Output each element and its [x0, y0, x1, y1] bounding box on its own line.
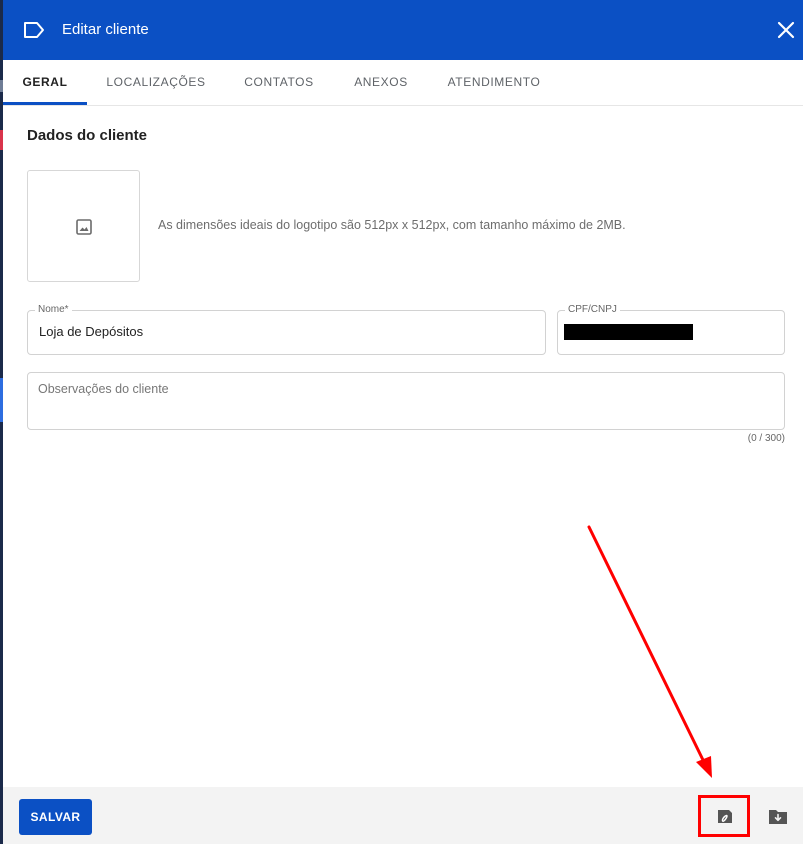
tab-contatos[interactable]: CONTATOS — [239, 60, 319, 105]
logo-upload-area[interactable] — [27, 170, 140, 282]
tab-localizacoes[interactable]: LOCALIZAÇÕES — [99, 60, 213, 105]
label-outline-icon — [24, 22, 44, 38]
close-icon[interactable] — [774, 18, 798, 42]
dialog-header: Editar cliente — [3, 0, 803, 60]
section-title: Dados do cliente — [27, 127, 148, 144]
backdrop-sidebar — [0, 0, 3, 844]
redacted-value — [564, 324, 693, 340]
observations-field[interactable] — [27, 372, 785, 430]
backdrop-mark — [0, 130, 3, 150]
tab-bar: GERAL LOCALIZAÇÕES CONTATOS ANEXOS ATEND… — [3, 60, 803, 106]
tab-label: ANEXOS — [354, 75, 408, 89]
annotation-highlight-box — [698, 795, 750, 837]
observations-textarea[interactable] — [38, 382, 778, 422]
name-input[interactable]: Loja de Depósitos — [39, 324, 143, 339]
logo-hint-text: As dimensões ideais do logotipo são 512p… — [158, 218, 626, 232]
tab-anexos[interactable]: ANEXOS — [348, 60, 414, 105]
cpf-cnpj-field[interactable]: CPF/CNPJ — [557, 304, 785, 355]
tab-geral[interactable]: GERAL — [3, 60, 87, 105]
dialog-title: Editar cliente — [62, 21, 149, 38]
character-counter: (0 / 300) — [747, 433, 785, 444]
tab-atendimento[interactable]: ATENDIMENTO — [443, 60, 545, 105]
dialog-footer: SALVAR — [3, 787, 803, 844]
folder-download-icon[interactable] — [768, 808, 788, 825]
cpf-cnpj-field-label: CPF/CNPJ — [565, 304, 620, 316]
active-tab-indicator — [3, 102, 87, 105]
name-field[interactable]: Nome* Loja de Depósitos — [27, 304, 546, 355]
name-field-label: Nome* — [35, 304, 72, 316]
tab-label: CONTATOS — [244, 75, 314, 89]
tab-label: ATENDIMENTO — [447, 75, 541, 89]
save-button[interactable]: SALVAR — [19, 799, 92, 835]
image-icon — [76, 219, 92, 235]
edit-client-dialog: Editar cliente GERAL LOCALIZAÇÕES CONTAT… — [0, 0, 803, 844]
backdrop-mark — [0, 378, 3, 422]
tab-label: GERAL — [22, 75, 68, 89]
tab-label: LOCALIZAÇÕES — [106, 75, 206, 89]
